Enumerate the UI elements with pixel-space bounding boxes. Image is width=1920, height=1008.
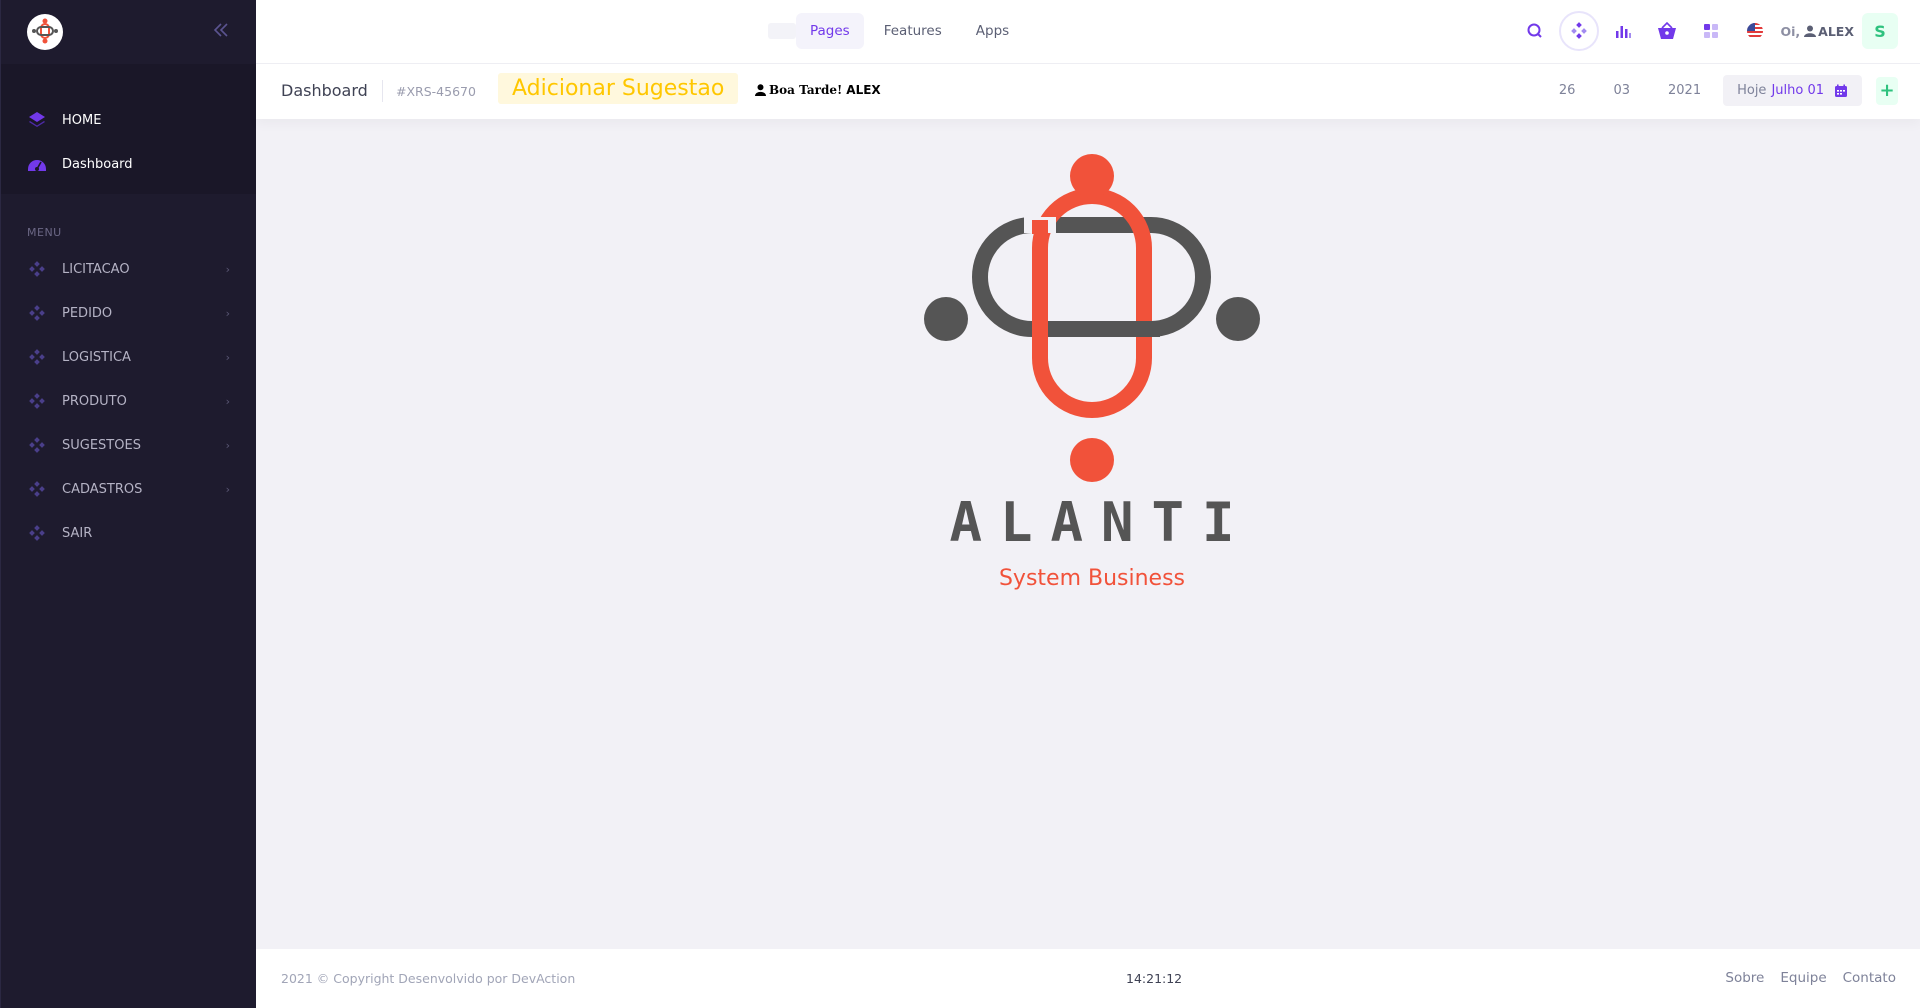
date-day: 26 [1558, 83, 1576, 98]
sidebar-item-label: LICITACAO [62, 261, 130, 277]
sidebar-item-logistica[interactable]: LOGISTICA › [1, 335, 256, 379]
diamond-dots-icon [27, 393, 47, 409]
chevron-right-icon: › [225, 394, 230, 408]
app-logo[interactable] [27, 14, 63, 50]
main-content: ALANTI System Business [256, 119, 1920, 949]
diamond-dots-icon [27, 305, 47, 321]
user-icon [755, 84, 766, 96]
sidebar-item-sair[interactable]: SAIR [1, 511, 256, 555]
sidebar-item-label: PRODUTO [62, 393, 127, 409]
toolbar-divider [382, 80, 383, 102]
toolbar-greeting: Boa Tarde! ALEX [755, 83, 881, 97]
diamond-dots-icon [27, 349, 47, 365]
user-icon [1804, 25, 1817, 37]
sidebar-top-section: HOME Dashboard [1, 64, 256, 194]
chevron-right-icon: › [225, 438, 230, 452]
footer-link-equipe[interactable]: Equipe [1780, 970, 1826, 986]
gauge-icon [27, 156, 47, 172]
nav-pages[interactable]: Pages [796, 13, 864, 49]
header-user[interactable]: ALEX [1804, 24, 1854, 39]
search-icon[interactable] [1515, 11, 1555, 51]
diamond-dots-icon [27, 525, 47, 541]
us-flag-icon[interactable] [1735, 11, 1775, 51]
brand-subtitle: System Business [998, 566, 1186, 591]
footer-links: Sobre Equipe Contato [1709, 970, 1896, 986]
add-button[interactable]: + [1876, 76, 1898, 105]
today-label: Hoje [1737, 83, 1767, 98]
top-header: Pages Features Apps Oi, ALEX S [256, 0, 1920, 64]
sidebar-brand [1, 0, 256, 64]
sidebar-item-licitacao[interactable]: LICITACAO › [1, 247, 256, 291]
sidebar-section-label: MENU [27, 226, 62, 239]
page-code: #XRS-45670 [396, 84, 476, 99]
sidebar-item-label: CADASTROS [62, 481, 143, 497]
header-nav: Pages Features Apps [768, 13, 1029, 49]
footer-clock: 14:21:12 [1126, 971, 1183, 986]
sidebar-item-label: SUGESTOES [62, 437, 141, 453]
greeting-user: ALEX [846, 83, 881, 97]
sidebar-collapse-icon[interactable] [212, 20, 230, 44]
date-month: 03 [1613, 83, 1630, 98]
sidebar-item-cadastros[interactable]: CADASTROS › [1, 467, 256, 511]
footer-link-contato[interactable]: Contato [1843, 970, 1896, 986]
diamond-dots-icon [27, 261, 47, 277]
chevron-right-icon: › [225, 482, 230, 496]
header-user-name: ALEX [1818, 23, 1854, 39]
sidebar-item-pedido[interactable]: PEDIDO › [1, 291, 256, 335]
apps-diamond-icon[interactable] [1558, 11, 1599, 51]
diamond-dots-icon [27, 481, 47, 497]
sidebar-item-produto[interactable]: PRODUTO › [1, 379, 256, 423]
chevron-right-icon: › [225, 350, 230, 364]
basket-icon[interactable] [1647, 11, 1687, 51]
sidebar-item-dashboard[interactable]: Dashboard [1, 142, 256, 186]
footer: 2021 © Copyright Desenvolvido por DevAct… [256, 949, 1920, 1008]
today-date: Julho 01 [1771, 83, 1824, 98]
header-greeting: Oi, [1780, 23, 1801, 39]
sidebar-item-label: HOME [62, 112, 102, 128]
calendar-icon [1835, 84, 1847, 97]
layers-icon [27, 111, 47, 129]
bar-chart-icon[interactable] [1603, 11, 1643, 51]
nav-features[interactable]: Features [870, 13, 956, 49]
header-tools: Oi, ALEX S [1511, 11, 1898, 51]
add-suggestion-button[interactable]: Adicionar Sugestao [498, 73, 739, 104]
footer-link-sobre[interactable]: Sobre [1725, 970, 1764, 986]
sidebar: HOME Dashboard MENU LICITACAO › PEDIDO ›… [0, 0, 256, 1008]
toolbar-right: 26 03 2021 Hoje Julho 01 + [1559, 75, 1898, 106]
grid-icon[interactable] [1691, 11, 1731, 51]
sidebar-item-label: PEDIDO [62, 305, 113, 321]
sidebar-item-sugestoes[interactable]: SUGESTOES › [1, 423, 256, 467]
date-picker-button[interactable]: Hoje Julho 01 [1723, 75, 1862, 106]
chevron-right-icon: › [225, 306, 230, 320]
nav-placeholder [768, 23, 796, 39]
chevron-right-icon: › [225, 262, 230, 276]
sidebar-item-label: LOGISTICA [62, 349, 131, 365]
diamond-dots-icon [27, 437, 47, 453]
sidebar-item-label: SAIR [62, 525, 93, 541]
date-year: 2021 [1668, 83, 1702, 98]
sidebar-item-label: Dashboard [62, 156, 133, 172]
sidebar-menu: LICITACAO › PEDIDO › LOGISTICA › PRODUTO… [1, 247, 256, 555]
avatar[interactable]: S [1862, 13, 1898, 49]
greeting-text: Boa Tarde! [769, 83, 843, 97]
brand-name: ALANTI [949, 491, 1253, 554]
nav-apps[interactable]: Apps [962, 13, 1023, 49]
sidebar-item-home[interactable]: HOME [1, 98, 256, 142]
page-title: Dashboard [281, 81, 368, 100]
page-toolbar: Dashboard #XRS-45670 Adicionar Sugestao … [256, 64, 1920, 119]
footer-copyright: 2021 © Copyright Desenvolvido por DevAct… [281, 971, 576, 986]
